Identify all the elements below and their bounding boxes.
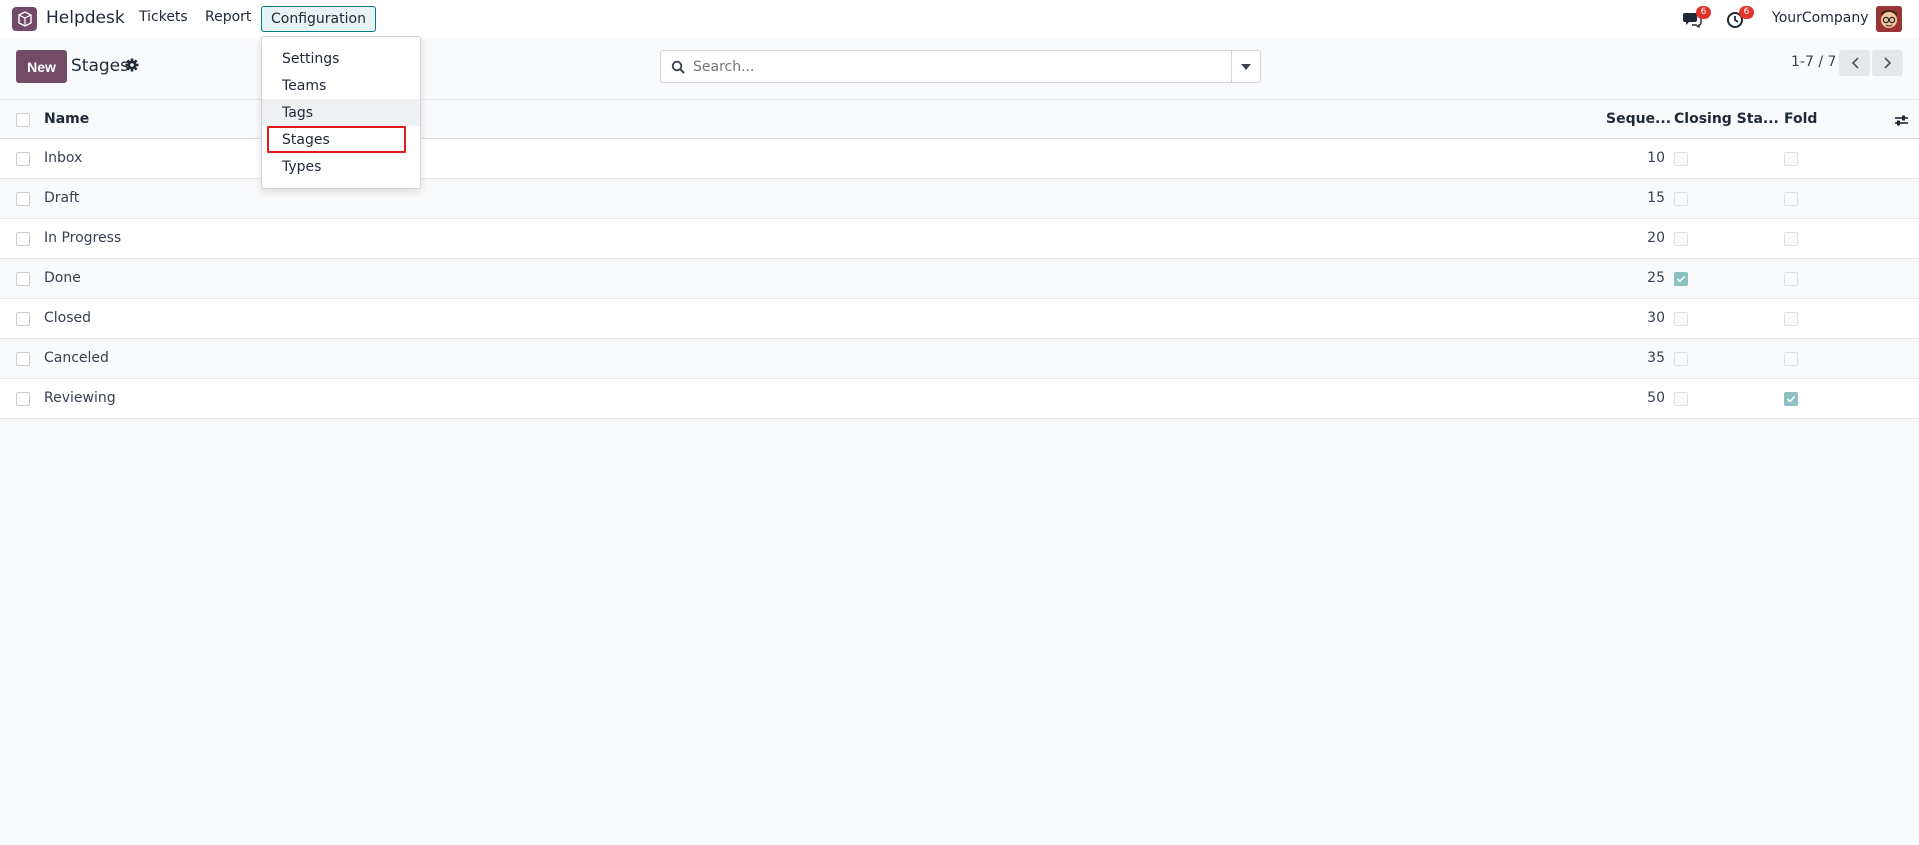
row-checkbox[interactable]	[16, 232, 30, 246]
column-header-closing-stage[interactable]: Closing Sta...	[1674, 111, 1779, 127]
table-row[interactable]: Done 25	[0, 259, 1919, 299]
fold-checkbox[interactable]	[1784, 232, 1798, 246]
menu-item-types[interactable]: Types	[262, 153, 420, 180]
stage-name: Canceled	[44, 350, 109, 366]
row-checkbox[interactable]	[16, 152, 30, 166]
caret-down-icon	[1241, 63, 1251, 70]
stage-name: Closed	[44, 310, 92, 326]
stage-sequence: 20	[1647, 230, 1665, 246]
stage-sequence: 15	[1647, 190, 1665, 206]
search-icon	[671, 60, 685, 74]
row-checkbox[interactable]	[16, 312, 30, 326]
fold-checkbox[interactable]	[1784, 312, 1798, 326]
fold-checkbox[interactable]	[1784, 152, 1798, 166]
row-checkbox[interactable]	[16, 392, 30, 406]
column-settings-icon[interactable]	[1894, 113, 1909, 128]
closing-stage-checkbox[interactable]	[1674, 152, 1688, 166]
menu-item-settings[interactable]: Settings	[262, 45, 420, 72]
table-row[interactable]: Canceled 35	[0, 339, 1919, 379]
menu-item-teams[interactable]: Teams	[262, 72, 420, 99]
activities-badge: 6	[1739, 6, 1754, 19]
search-options-toggle[interactable]	[1231, 51, 1260, 82]
select-all-checkbox[interactable]	[16, 113, 30, 127]
stage-name: Inbox	[44, 150, 83, 166]
closing-stage-checkbox[interactable]	[1674, 352, 1688, 366]
stage-name: Draft	[44, 190, 80, 206]
menu-item-tags[interactable]: Tags	[262, 99, 420, 126]
row-checkbox[interactable]	[16, 272, 30, 286]
stage-sequence: 30	[1647, 310, 1665, 326]
fold-checkbox[interactable]	[1784, 392, 1798, 406]
messages-badge: 6	[1696, 6, 1711, 19]
closing-stage-checkbox[interactable]	[1674, 312, 1688, 326]
chevron-left-icon	[1851, 57, 1859, 69]
column-header-fold[interactable]: Fold	[1784, 111, 1817, 127]
stage-sequence: 10	[1647, 150, 1665, 166]
top-navbar: Helpdesk Tickets Report Configuration 6 …	[0, 0, 1919, 37]
chevron-right-icon	[1883, 57, 1891, 69]
fold-checkbox[interactable]	[1784, 192, 1798, 206]
stage-sequence: 35	[1647, 350, 1665, 366]
pager-previous-button[interactable]	[1839, 50, 1870, 76]
avatar[interactable]	[1876, 6, 1902, 32]
fold-checkbox[interactable]	[1784, 272, 1798, 286]
column-header-sequence[interactable]: Seque...	[1606, 111, 1671, 127]
table-row[interactable]: Reviewing 50	[0, 379, 1919, 419]
app-logo-icon[interactable]	[12, 7, 37, 31]
stage-sequence: 50	[1647, 390, 1665, 406]
row-checkbox[interactable]	[16, 192, 30, 206]
row-checkbox[interactable]	[16, 352, 30, 366]
closing-stage-checkbox[interactable]	[1674, 392, 1688, 406]
table-row[interactable]: In Progress 20	[0, 219, 1919, 259]
stage-name: Reviewing	[44, 390, 116, 406]
new-button[interactable]: New	[16, 50, 67, 83]
column-header-name[interactable]: Name	[44, 111, 89, 127]
closing-stage-checkbox[interactable]	[1674, 232, 1688, 246]
stage-name: In Progress	[44, 230, 122, 246]
gear-icon[interactable]	[125, 58, 139, 72]
closing-stage-checkbox[interactable]	[1674, 192, 1688, 206]
company-switcher[interactable]: YourCompany	[1772, 10, 1869, 26]
nav-configuration[interactable]: Configuration	[261, 6, 376, 32]
page-title: Stages	[71, 56, 129, 76]
fold-checkbox[interactable]	[1784, 352, 1798, 366]
pager-next-button[interactable]	[1872, 50, 1903, 76]
search-box	[660, 50, 1261, 83]
stage-sequence: 25	[1647, 270, 1665, 286]
table-row[interactable]: Closed 30	[0, 299, 1919, 339]
nav-report[interactable]: Report	[205, 9, 251, 25]
configuration-dropdown-menu: Settings Teams Tags Stages Types	[261, 36, 421, 189]
stages-highlight-box	[267, 126, 406, 153]
closing-stage-checkbox[interactable]	[1674, 272, 1688, 286]
stage-name: Done	[44, 270, 81, 286]
nav-tickets[interactable]: Tickets	[139, 9, 188, 25]
app-name[interactable]: Helpdesk	[46, 8, 125, 28]
pager-value[interactable]: 1-7 / 7	[1791, 54, 1836, 70]
search-input[interactable]	[693, 51, 1223, 82]
